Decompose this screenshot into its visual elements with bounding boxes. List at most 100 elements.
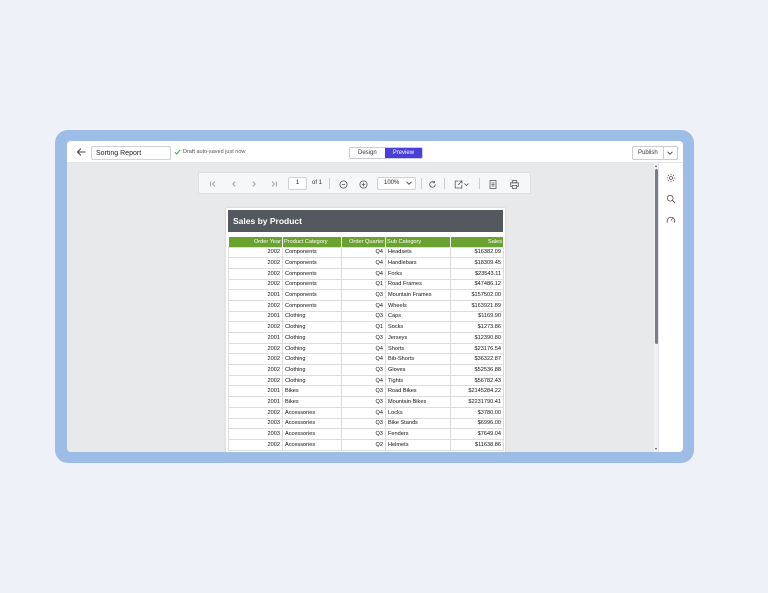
autosave-status: Draft auto-saved just now (174, 149, 245, 155)
table-cell: $16382.09 (450, 246, 504, 259)
table-row: 2002 Accessories Q4 Locks $3780.00 (228, 406, 504, 419)
preview-canvas: 1 of 1 100% Sales by Product Order Year … (67, 163, 657, 452)
report-page: Sales by Product Order Year Product Cate… (226, 208, 505, 452)
export-icon (454, 180, 469, 188)
page-number-input[interactable]: 1 (288, 177, 307, 190)
search-icon[interactable] (666, 194, 676, 204)
table-cell: Q3 (341, 289, 386, 301)
zoom-in-icon (359, 180, 367, 188)
table-cell: Q3 (341, 385, 386, 398)
table-cell: $1273.86 (450, 321, 504, 333)
tab-preview[interactable]: Preview (384, 148, 423, 158)
table-row: 2002 Components Q4 Headsets $16382.09 (228, 246, 504, 259)
table-row: 2002 Components Q1 Road Frames $47486.12 (228, 278, 504, 291)
toolbar-divider (421, 178, 422, 189)
table-cell: Road Bikes (385, 385, 451, 398)
table-cell: 2002 (228, 321, 283, 333)
table-cell: Shorts (385, 342, 451, 355)
report-name-input[interactable] (91, 146, 171, 160)
prev-page-icon (232, 181, 236, 187)
column-header: Order Quarter (341, 237, 386, 247)
print-button[interactable] (509, 179, 519, 189)
column-header: Product Category (282, 237, 342, 247)
toolbar-divider (479, 178, 480, 189)
table-row: 2002 Components Q4 Forks $23543.11 (228, 267, 504, 280)
table-cell: $56782.43 (450, 374, 504, 387)
toolbar-divider (329, 178, 330, 189)
table-cell: Wheels (385, 299, 451, 312)
table-cell: $23176.54 (450, 342, 504, 355)
table-cell: $2231790.41 (450, 396, 504, 408)
table-cell: Handlebars (385, 257, 451, 269)
table-cell: Q3 (341, 428, 386, 440)
table-cell: Jerseys (385, 332, 451, 344)
table-cell: $7649.04 (450, 428, 504, 440)
table-cell: $2145284.22 (450, 385, 504, 398)
first-page-button[interactable] (208, 179, 218, 189)
table-cell: Locks (385, 406, 451, 419)
report-header-band: Sales by Product (228, 210, 503, 232)
gear-icon[interactable] (666, 173, 676, 183)
table-cell: Q4 (341, 342, 386, 355)
table-cell: Q1 (341, 278, 386, 291)
document-icon (489, 179, 497, 189)
table-cell: Clothing (282, 332, 342, 344)
zoom-in-button[interactable] (358, 179, 368, 189)
table-header-row: Order Year Product Category Order Quarte… (228, 237, 504, 247)
table-cell: Q4 (341, 353, 386, 366)
tab-design[interactable]: Design (350, 148, 385, 158)
publish-split-button: Publish (632, 146, 678, 160)
arrow-left-icon[interactable] (75, 146, 87, 158)
table-cell: Components (282, 257, 342, 269)
table-cell: $12390.80 (450, 332, 504, 344)
table-row: 2001 Clothing Q3 Jerseys $12390.80 (228, 332, 504, 344)
publish-button[interactable]: Publish (633, 147, 663, 159)
table-cell: 2002 (228, 374, 283, 387)
publish-menu-button[interactable] (662, 147, 677, 159)
column-header: Order Year (228, 237, 283, 247)
table-cell: $36322.87 (450, 353, 504, 366)
view-mode-toggle: Design Preview (349, 147, 424, 159)
refresh-button[interactable] (427, 179, 437, 189)
table-cell: 2001 (228, 385, 283, 398)
table-cell: Clothing (282, 374, 342, 387)
table-cell: Bike Stands (385, 417, 451, 430)
table-cell: Accessories (282, 406, 342, 419)
table-row: 2002 Clothing Q3 Gloves $52536.88 (228, 364, 504, 376)
table-cell: $11638.86 (450, 438, 504, 451)
page-count: of 1 (312, 180, 323, 186)
table-row: 2003 Accessories Q3 Fenders $7649.04 (228, 428, 504, 440)
last-page-icon (271, 181, 277, 187)
report-title: Sales by Product (233, 216, 302, 226)
table-cell: Q3 (341, 332, 386, 344)
gauge-icon[interactable] (666, 215, 676, 225)
table-row: 2002 Components Q4 Handlebars $18309.45 (228, 257, 504, 269)
table-cell: 2003 (228, 428, 283, 440)
table-cell: Tights (385, 374, 451, 387)
next-page-button[interactable] (249, 179, 259, 189)
chevron-down-icon (406, 181, 412, 185)
viewer-toolbar: 1 of 1 100% (198, 172, 531, 194)
autosave-text: Draft auto-saved just now (183, 149, 246, 155)
prev-page-button[interactable] (229, 179, 239, 189)
table-cell: Socks (385, 321, 451, 333)
table-row: 2002 Clothing Q4 Shorts $23176.54 (228, 342, 504, 355)
last-page-button[interactable] (269, 179, 279, 189)
table-cell: 2001 (228, 396, 283, 408)
export-button[interactable] (453, 179, 471, 189)
table-row: 2002 Clothing Q4 Bib-Shorts $36322.87 (228, 353, 504, 366)
table-cell: Q3 (341, 310, 386, 323)
table-cell: $52536.88 (450, 364, 504, 376)
parameters-button[interactable] (488, 179, 498, 189)
table-cell: $47486.12 (450, 278, 504, 291)
table-cell: Mountain Frames (385, 289, 451, 301)
toolbar-divider (444, 178, 445, 189)
table-cell: Q4 (341, 406, 386, 419)
zoom-select[interactable]: 100% (377, 177, 416, 190)
table-cell: Bikes (282, 396, 342, 408)
zoom-out-button[interactable] (338, 179, 348, 189)
table-row: 2001 Clothing Q3 Caps $1169.90 (228, 310, 504, 323)
table-cell: Forks (385, 267, 451, 280)
table-cell: Components (282, 278, 342, 291)
table-row: 2003 Accessories Q3 Bike Stands $6996.00 (228, 417, 504, 430)
